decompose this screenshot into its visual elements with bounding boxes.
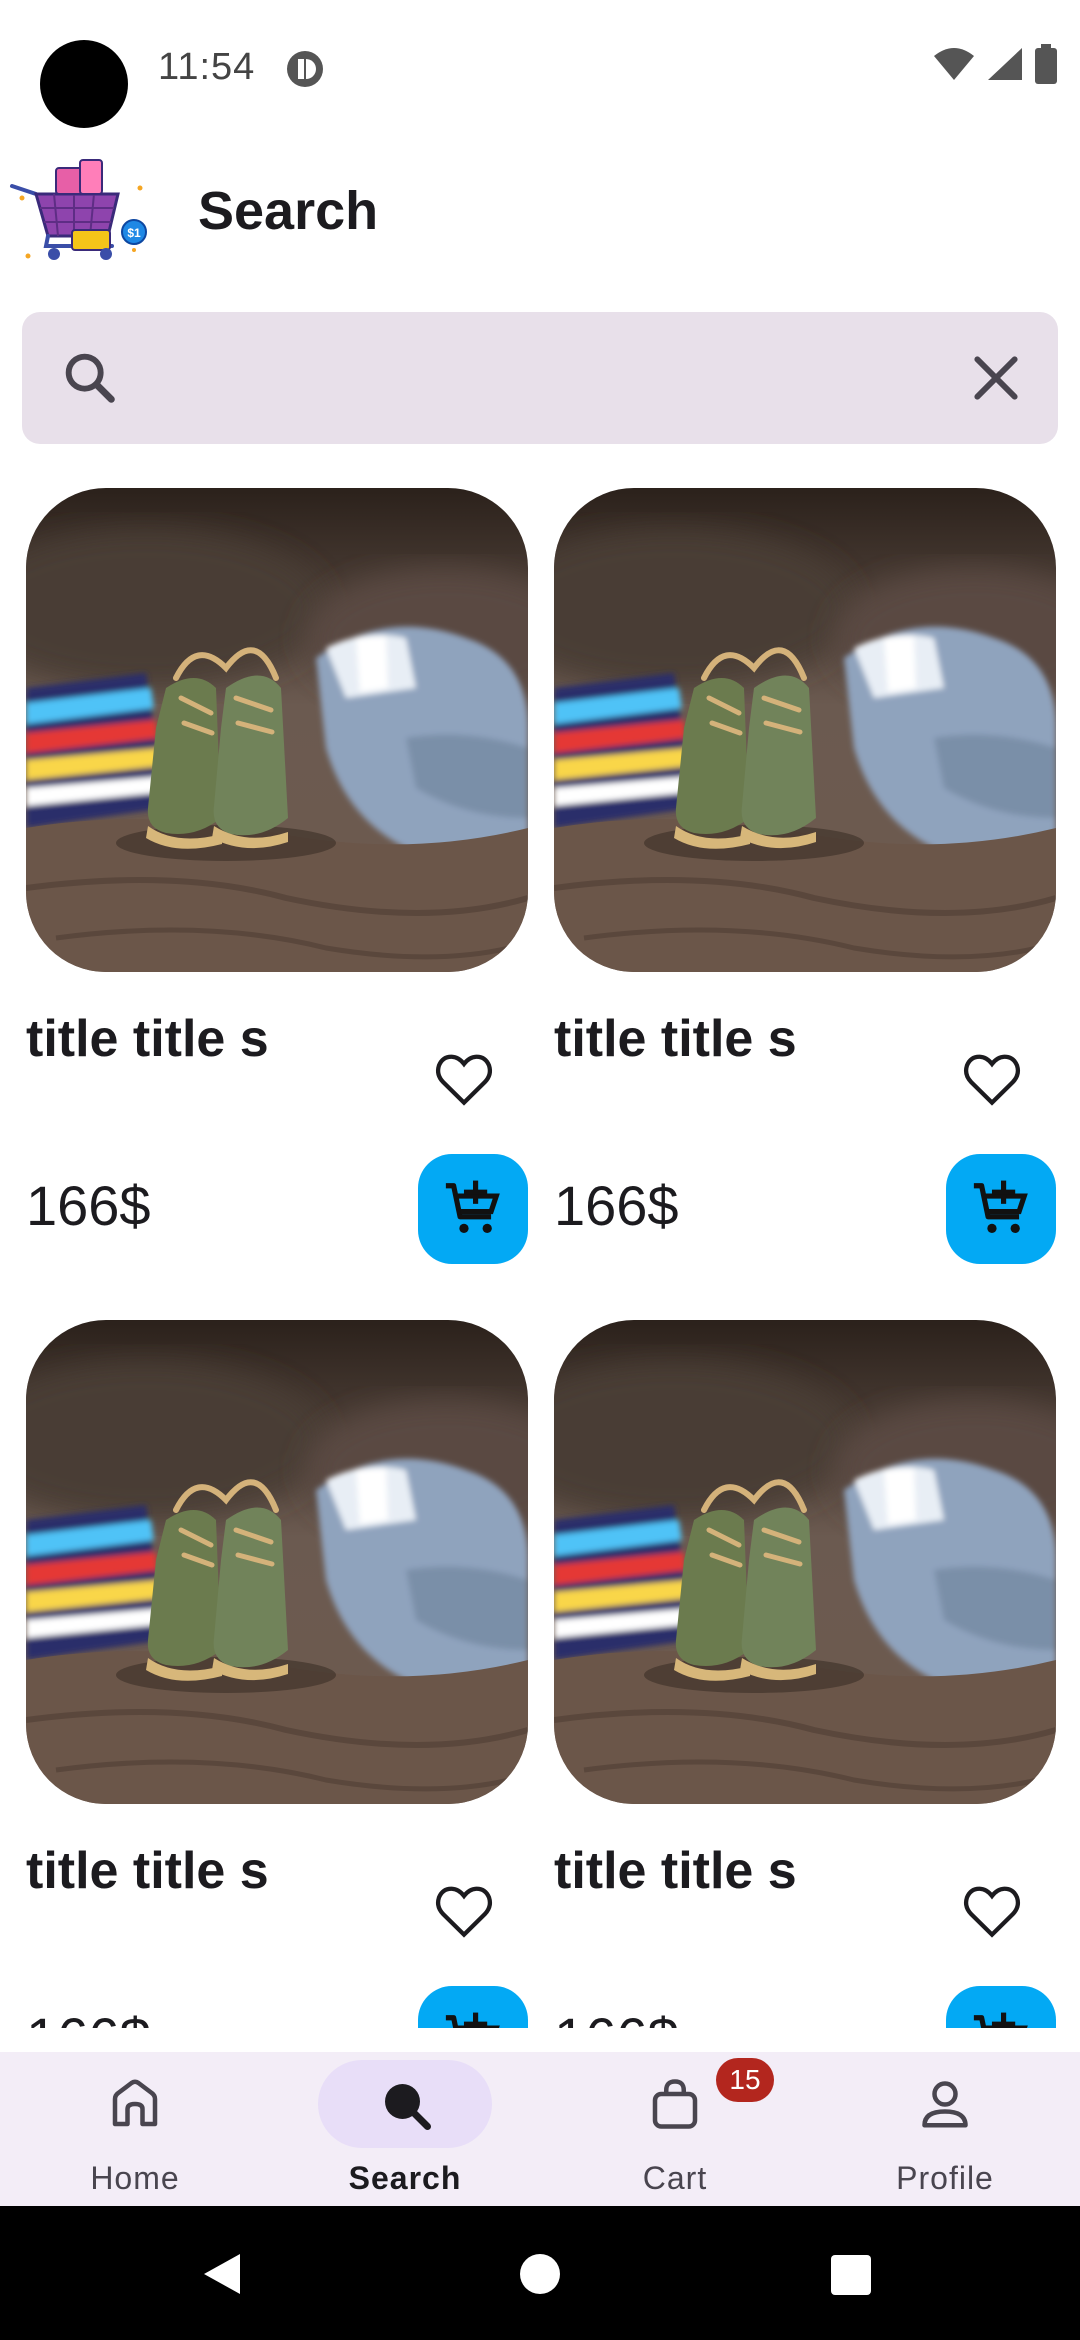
add-to-cart-button[interactable] — [946, 1154, 1056, 1264]
product-image[interactable] — [26, 488, 528, 972]
cellular-signal-icon — [988, 48, 1022, 80]
shopping-cart-logo-icon: $1 — [10, 159, 147, 260]
product-grid: title title s 166$ title title s 166$ ti… — [0, 488, 1080, 2028]
add-to-cart-button[interactable] — [418, 1154, 528, 1264]
product-image[interactable] — [554, 1320, 1056, 1804]
product-price: 166$ — [26, 1174, 151, 1237]
product-title: title title s — [554, 1010, 797, 1068]
product-price: 166$ — [554, 2005, 679, 2028]
app-bar: $1 Search — [0, 140, 1080, 290]
search-bar[interactable] — [22, 312, 1058, 444]
shopping-bag-icon — [652, 2079, 698, 2129]
nav-item-home[interactable]: Home — [0, 2052, 270, 2206]
product-card[interactable]: title title s 166$ — [554, 488, 1056, 1308]
search-input[interactable] — [142, 342, 966, 416]
nav-item-cart[interactable]: 15 Cart — [540, 2052, 810, 2206]
home-button-icon[interactable] — [518, 2252, 562, 2296]
battery-icon — [1035, 44, 1057, 84]
cart-count-badge: 15 — [716, 2058, 774, 2102]
system-navigation-bar — [0, 2206, 1080, 2340]
product-price: 166$ — [26, 2005, 151, 2028]
heart-icon[interactable] — [960, 1048, 1024, 1112]
nav-label-home: Home — [90, 2160, 180, 2196]
nav-item-profile[interactable]: Profile — [810, 2052, 1080, 2206]
search-icon — [385, 2084, 431, 2130]
status-time: 11:54 — [158, 46, 256, 88]
product-title: title title s — [26, 1842, 269, 1900]
product-image[interactable] — [26, 1320, 528, 1804]
nav-label-cart: Cart — [642, 2160, 708, 2196]
product-card[interactable]: title title s 166$ — [554, 1320, 1056, 2028]
back-icon[interactable] — [200, 2251, 246, 2297]
product-image[interactable] — [554, 488, 1056, 972]
person-icon — [922, 2081, 968, 2128]
add-shopping-cart-icon — [445, 2012, 500, 2028]
app-notification-icon — [287, 51, 323, 87]
add-to-cart-button[interactable] — [418, 1986, 528, 2028]
svg-text:$1: $1 — [127, 226, 141, 240]
product-price: 166$ — [554, 1174, 679, 1237]
recents-icon[interactable] — [830, 2254, 872, 2296]
add-shopping-cart-icon — [973, 1180, 1028, 1234]
nav-label-profile: Profile — [896, 2160, 994, 2196]
heart-icon[interactable] — [432, 1048, 496, 1112]
product-card[interactable]: title title s 166$ — [26, 1320, 528, 2028]
bottom-navigation: Home Search 15 Cart Profile — [0, 2052, 1080, 2206]
product-title: title title s — [26, 1010, 269, 1068]
nav-label-search: Search — [348, 2160, 462, 2196]
status-icons — [932, 44, 1058, 84]
heart-icon[interactable] — [432, 1880, 496, 1944]
home-icon — [112, 2079, 158, 2127]
status-bar: 11:54 — [0, 0, 1080, 140]
product-title: title title s — [554, 1842, 797, 1900]
close-icon[interactable] — [964, 346, 1028, 410]
add-shopping-cart-icon — [445, 1180, 500, 1234]
page-title: Search — [198, 181, 379, 241]
camera-cutout — [40, 40, 128, 128]
add-shopping-cart-icon — [973, 2012, 1028, 2028]
search-icon — [65, 353, 115, 403]
wifi-icon — [934, 48, 974, 80]
product-card[interactable]: title title s 166$ — [26, 488, 528, 1308]
add-to-cart-button[interactable] — [946, 1986, 1056, 2028]
nav-item-search[interactable]: Search — [270, 2052, 540, 2206]
heart-icon[interactable] — [960, 1880, 1024, 1944]
